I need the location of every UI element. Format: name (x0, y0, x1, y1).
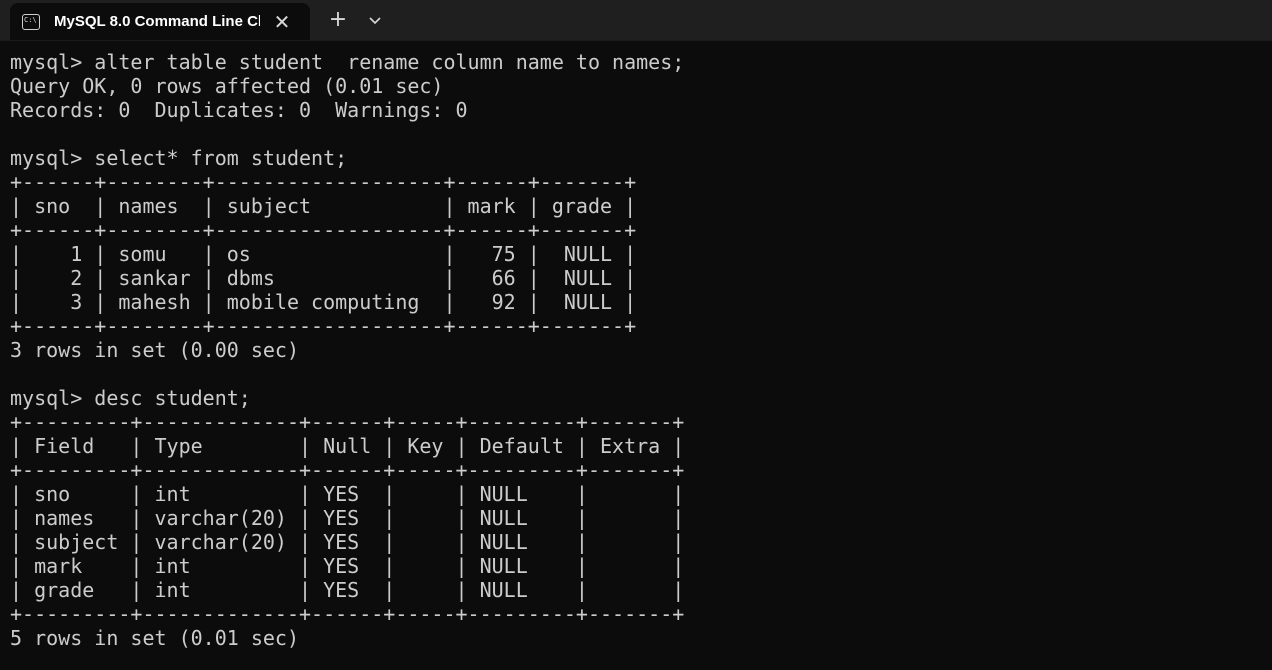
close-icon[interactable]: ✕ (270, 12, 294, 32)
console-line: | subject | varchar(20) | YES | | NULL |… (10, 530, 685, 554)
console-line: +------+--------+-------------------+---… (10, 218, 637, 242)
console-line: 3 rows in set (0.00 sec) (10, 338, 299, 362)
console-line: | 3 | mahesh | mobile computing | 92 | N… (10, 290, 637, 314)
console-line: mysql> alter table student rename column… (10, 50, 685, 74)
console-line: | names | varchar(20) | YES | | NULL | | (10, 506, 685, 530)
console-icon (22, 13, 40, 30)
console-line: | Field | Type | Null | Key | Default | … (10, 434, 685, 458)
title-bar: MySQL 8.0 Command Line Client ✕ + (0, 0, 1272, 41)
console-line: Query OK, 0 rows affected (0.01 sec) (10, 74, 444, 98)
console-line: | 2 | sankar | dbms | 66 | NULL | (10, 266, 637, 290)
console-line: | sno | names | subject | mark | grade | (10, 194, 637, 218)
console-line: | sno | int | YES | | NULL | | (10, 482, 685, 506)
console-line: 5 rows in set (0.01 sec) (10, 626, 299, 650)
console-line: +------+--------+-------------------+---… (10, 314, 637, 338)
console-output[interactable]: mysql> alter table student rename column… (10, 50, 1272, 670)
chevron-down-icon[interactable] (364, 8, 386, 32)
console-line: +---------+-------------+------+-----+--… (10, 410, 685, 434)
tab-title: MySQL 8.0 Command Line Client (54, 13, 260, 30)
console-line: +---------+-------------+------+-----+--… (10, 458, 685, 482)
console-line: +------+--------+-------------------+---… (10, 170, 637, 194)
console-line: +---------+-------------+------+-----+--… (10, 602, 685, 626)
console-line: | grade | int | YES | | NULL | | (10, 578, 685, 602)
console-line: | mark | int | YES | | NULL | | (10, 554, 685, 578)
console-line: mysql> select* from student; (10, 146, 348, 170)
console-line: mysql> desc student; (10, 386, 251, 410)
console-line: Records: 0 Duplicates: 0 Warnings: 0 (10, 98, 468, 122)
new-tab-button[interactable]: + (326, 6, 350, 34)
tab-mysql-client[interactable]: MySQL 8.0 Command Line Client ✕ (10, 3, 310, 40)
console-line: | 1 | somu | os | 75 | NULL | (10, 242, 637, 266)
